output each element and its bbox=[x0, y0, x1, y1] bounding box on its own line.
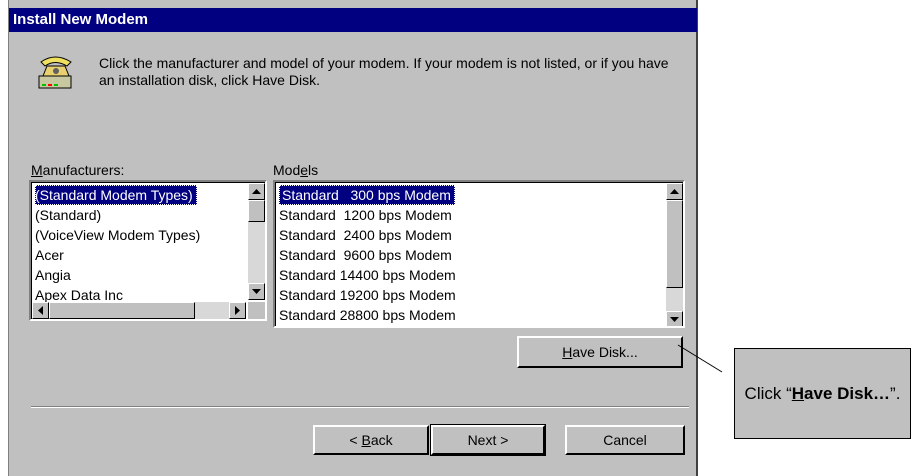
callout-note: Click “Have Disk…”. bbox=[734, 348, 911, 439]
callout-text: Click “Have Disk…”. bbox=[744, 383, 901, 403]
